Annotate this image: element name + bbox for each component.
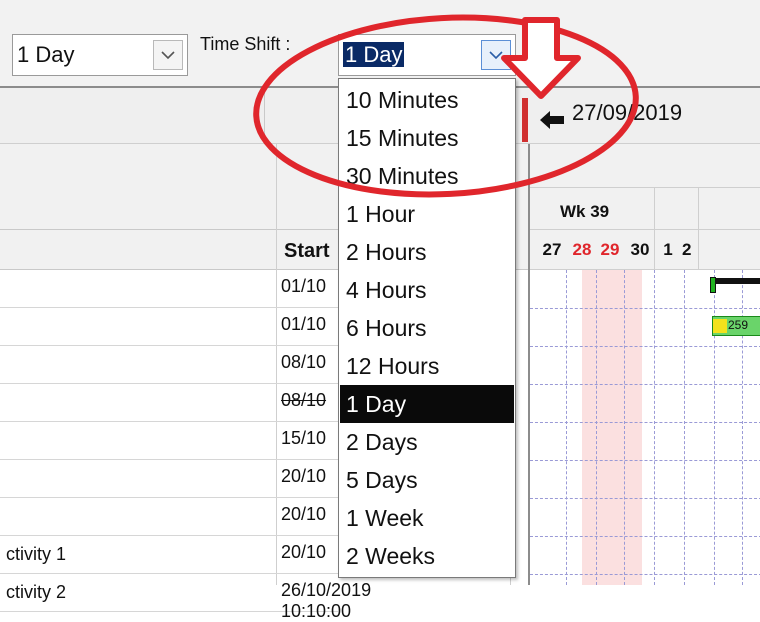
activity-name: ctivity 2	[6, 582, 67, 602]
highlight-ellipse	[253, 14, 639, 198]
annotation-overlay	[253, 14, 639, 198]
start-cell: 26/10/2019 10:10:00	[281, 580, 372, 621]
